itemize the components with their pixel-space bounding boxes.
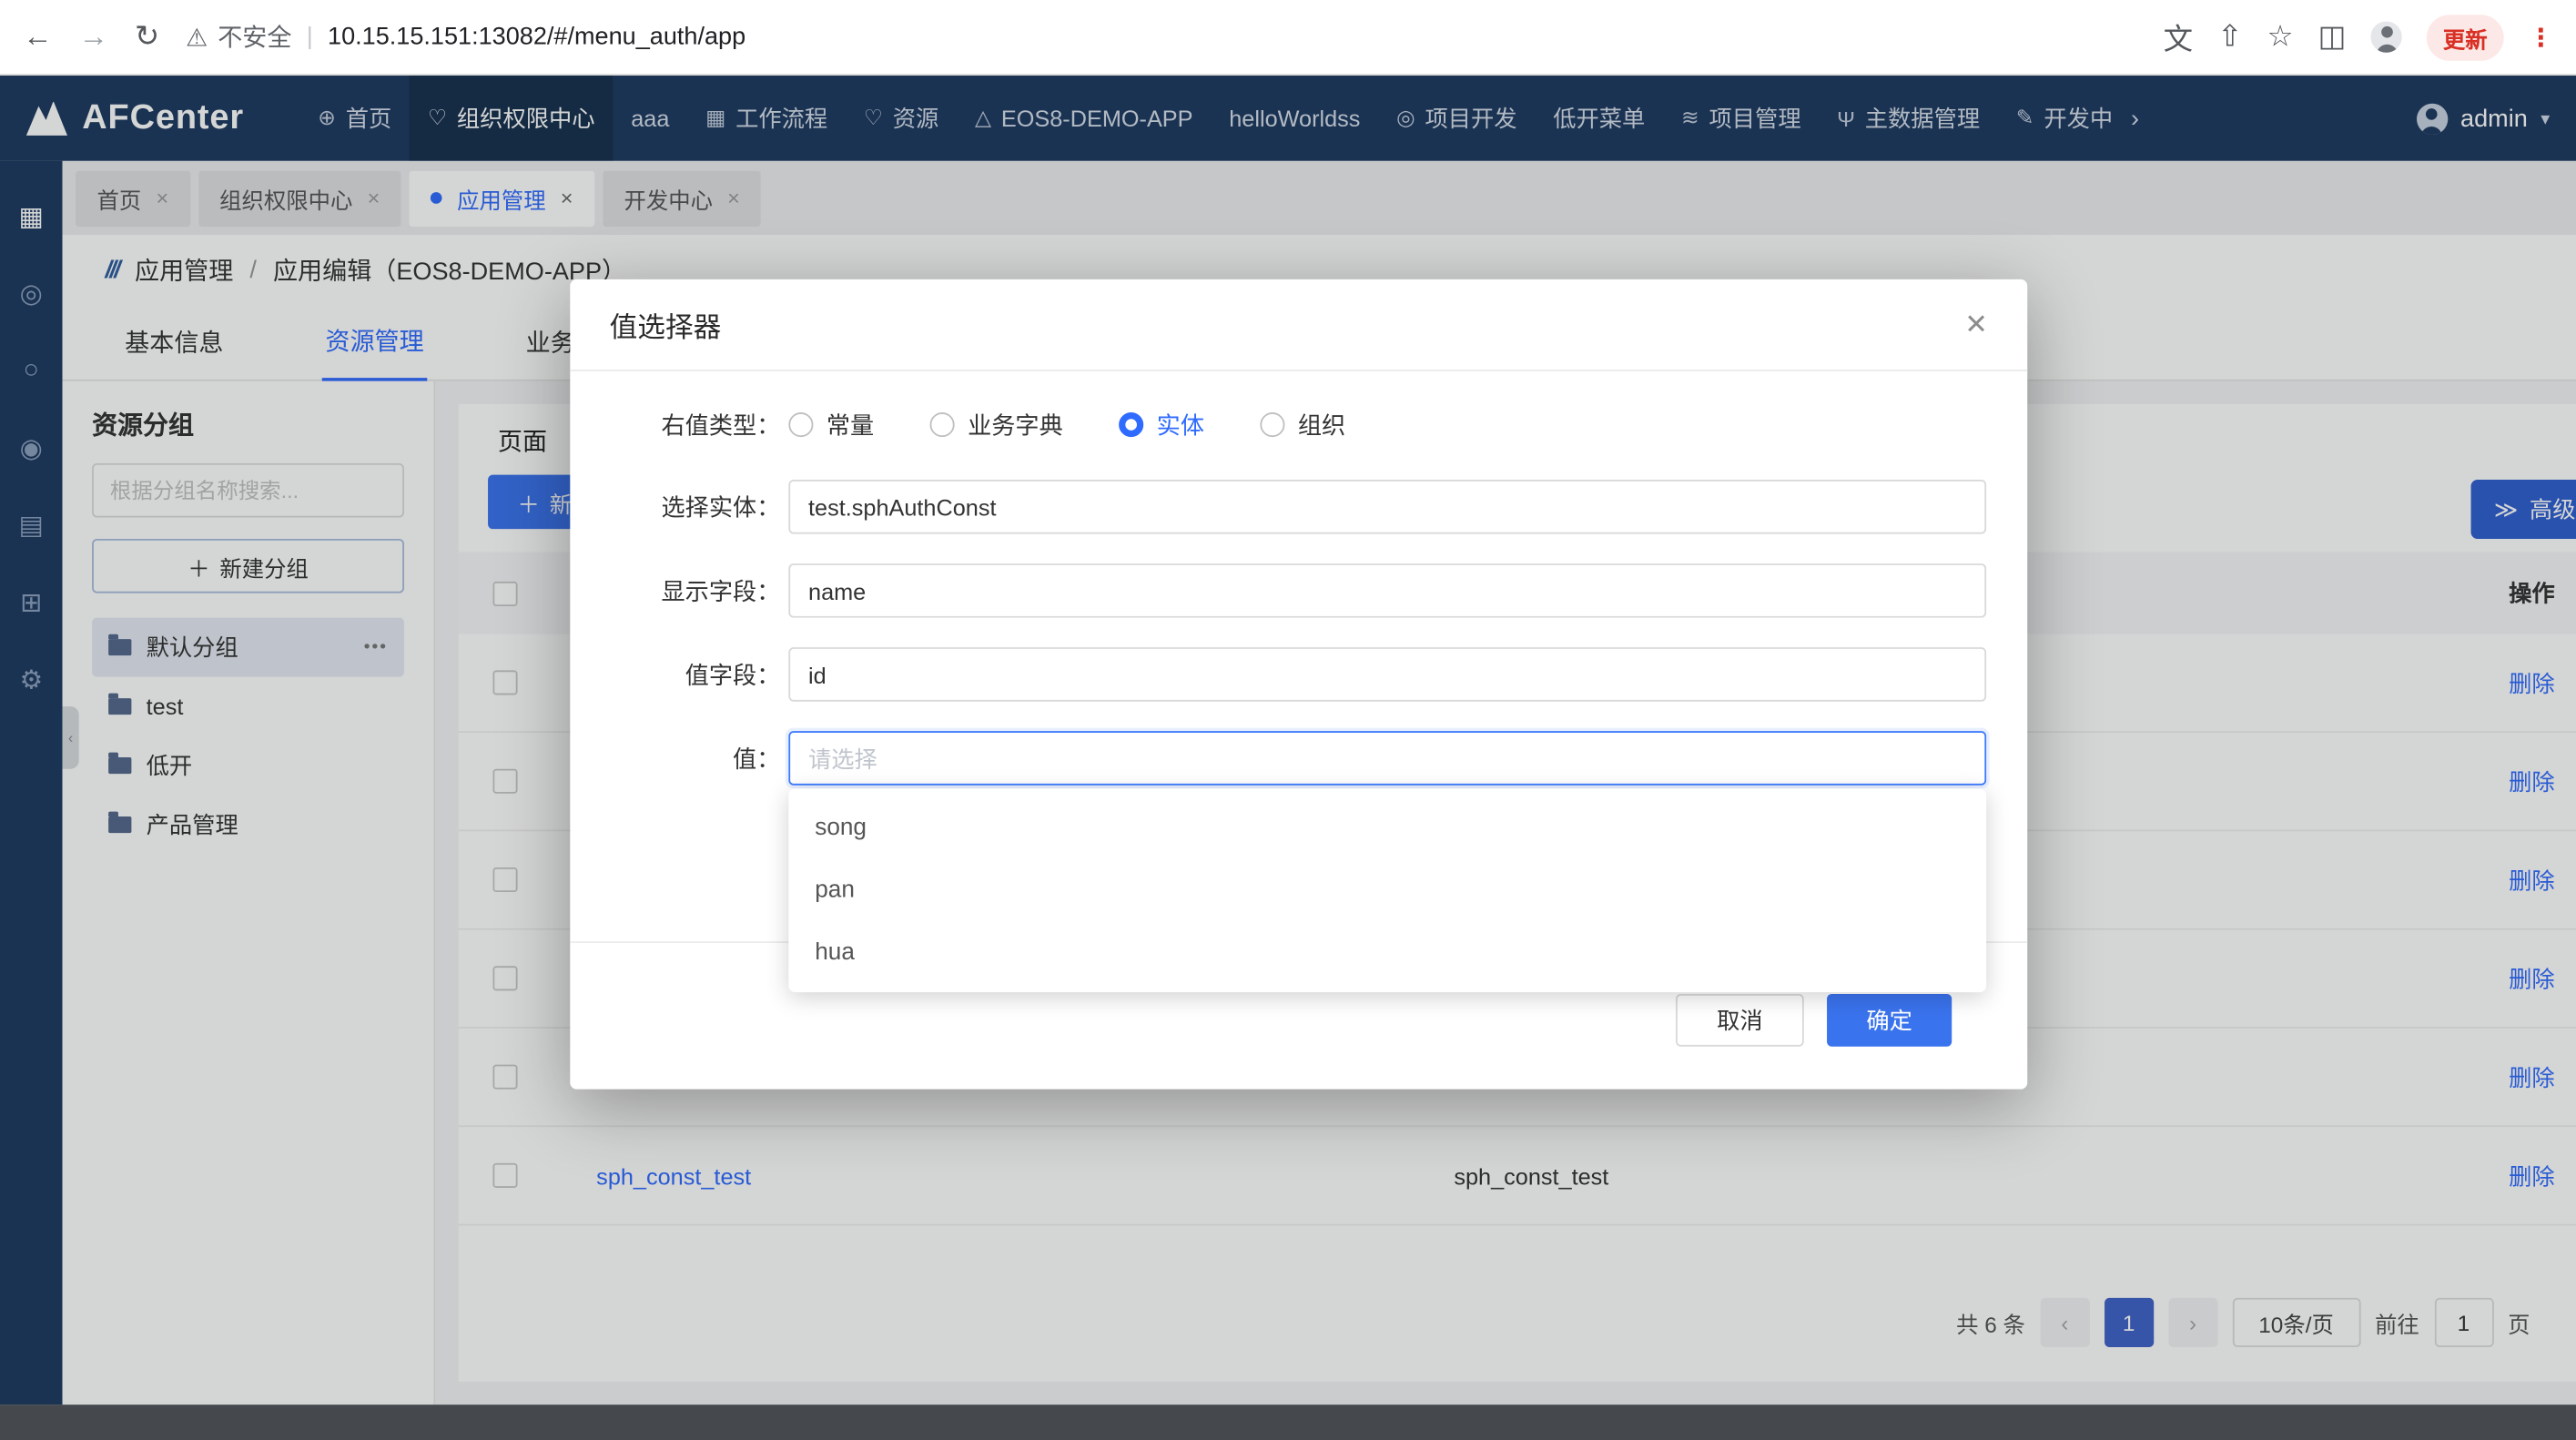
address-bar[interactable]: ⚠ 不安全 | 10.15.15.151:13082/#/menu_auth/a… xyxy=(186,20,2137,55)
entity-input[interactable] xyxy=(788,480,1986,534)
translate-icon[interactable]: 文 xyxy=(2164,15,2193,58)
url-text[interactable]: 10.15.15.151:13082/#/menu_auth/app xyxy=(328,23,745,51)
ok-button[interactable]: 确定 xyxy=(1827,994,1952,1047)
browser-update-button[interactable]: 更新 xyxy=(2427,14,2504,60)
radio-icon xyxy=(1260,411,1284,436)
radio-constant[interactable]: 常量 xyxy=(788,407,874,441)
right-value-type-group: 常量 业务字典 实体 组织 xyxy=(788,407,1345,441)
value-selector-modal: 值选择器 ✕ 右值类型： 常量 业务字典 实体 组织 选择实体： 显示字段： xyxy=(570,279,2027,1090)
forward-icon[interactable]: → xyxy=(79,20,108,55)
value-field-label: 值字段： xyxy=(596,657,780,692)
display-field-label: 显示字段： xyxy=(596,573,780,608)
option-song[interactable]: song xyxy=(788,796,1986,859)
warning-icon: ⚠ xyxy=(186,22,208,51)
option-hua[interactable]: hua xyxy=(788,922,1986,985)
radio-icon xyxy=(1119,411,1143,436)
security-label[interactable]: 不安全 xyxy=(218,20,291,55)
value-select-input[interactable] xyxy=(788,731,1986,786)
browser-profile-avatar[interactable] xyxy=(2370,21,2401,52)
bookmark-star-icon[interactable]: ☆ xyxy=(2267,20,2293,55)
entity-label: 选择实体： xyxy=(596,490,780,524)
modal-title: 值选择器 xyxy=(610,304,722,345)
back-icon[interactable]: ← xyxy=(23,20,52,55)
radio-organization[interactable]: 组织 xyxy=(1260,407,1345,441)
cancel-button[interactable]: 取消 xyxy=(1676,994,1804,1047)
radio-entity[interactable]: 实体 xyxy=(1119,407,1204,441)
value-field-input[interactable] xyxy=(788,647,1986,702)
display-field-input[interactable] xyxy=(788,563,1986,618)
browser-bar: ← → ↻ ⚠ 不安全 | 10.15.15.151:13082/#/menu_… xyxy=(0,0,2576,76)
option-pan[interactable]: pan xyxy=(788,859,1986,922)
share-icon[interactable]: ⇧ xyxy=(2217,20,2242,55)
value-options-dropdown: song pan hua xyxy=(788,788,1986,992)
browser-menu-icon[interactable]: ⋮ xyxy=(2529,22,2553,51)
radio-business-dict[interactable]: 业务字典 xyxy=(930,407,1063,441)
radio-icon xyxy=(930,411,955,436)
radio-icon xyxy=(788,411,813,436)
close-icon[interactable]: ✕ xyxy=(1964,308,1988,340)
type-label: 右值类型： xyxy=(596,407,780,441)
value-label: 值： xyxy=(596,741,780,776)
divider: | xyxy=(307,23,313,51)
refresh-icon[interactable]: ↻ xyxy=(135,20,159,55)
screen: ← → ↻ ⚠ 不安全 | 10.15.15.151:13082/#/menu_… xyxy=(0,0,2576,1440)
side-panel-icon[interactable]: ◫ xyxy=(2318,20,2347,55)
